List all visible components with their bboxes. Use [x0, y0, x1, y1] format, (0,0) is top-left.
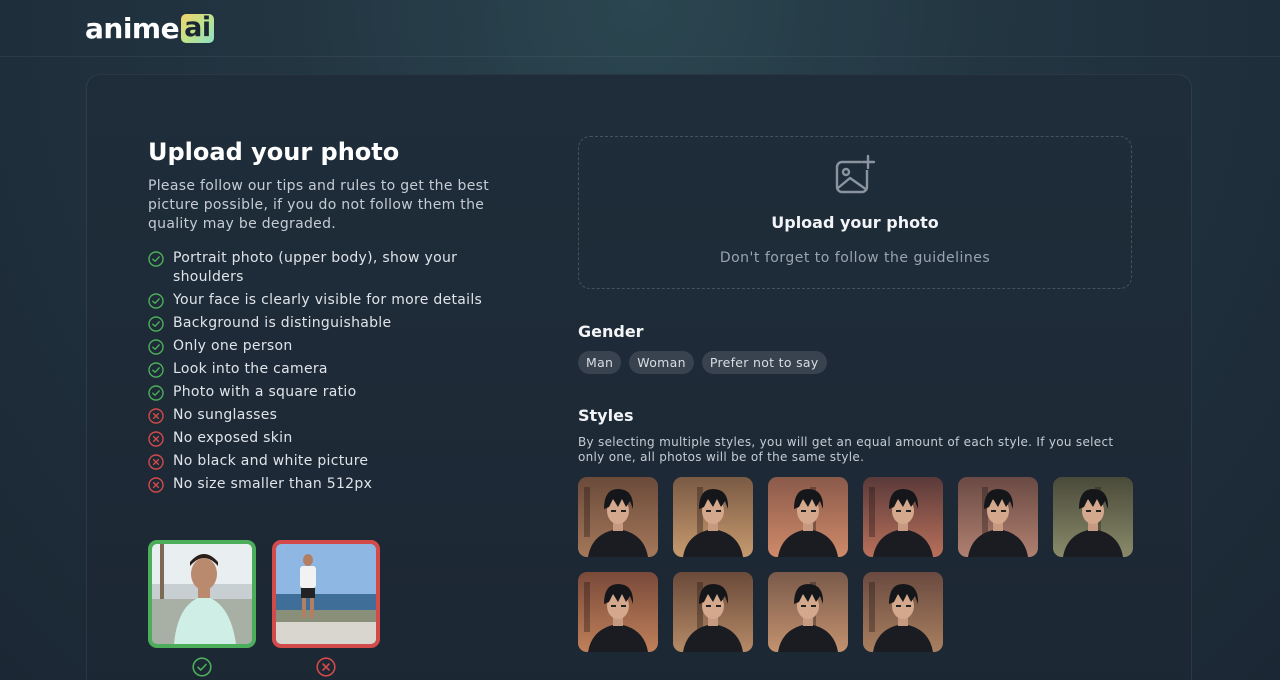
check-circle-icon: [192, 657, 212, 677]
dropzone-title: Upload your photo: [771, 213, 939, 232]
rule-text: Photo with a square ratio: [173, 384, 357, 400]
image-add-icon: [835, 154, 876, 194]
gender-option-woman[interactable]: Woman: [629, 351, 694, 374]
rule-text: Your face is clearly visible for more de…: [173, 292, 483, 308]
style-option[interactable]: [768, 477, 848, 557]
rule-item: Only one person: [148, 337, 508, 356]
style-option[interactable]: [958, 477, 1038, 557]
good-example-photo: [148, 540, 256, 648]
rule-item: No exposed skin: [148, 429, 508, 448]
logo-text: anime: [85, 11, 180, 45]
style-option[interactable]: [578, 572, 658, 652]
rule-item: Photo with a square ratio: [148, 383, 508, 402]
bad-example-photo: [272, 540, 380, 648]
rule-text: No exposed skin: [173, 430, 293, 446]
check-circle-icon: [148, 316, 164, 332]
style-option[interactable]: [768, 572, 848, 652]
rule-text: Look into the camera: [173, 361, 328, 377]
style-option[interactable]: [863, 477, 943, 557]
logo[interactable]: anime ai: [85, 11, 214, 45]
gender-title: Gender: [578, 322, 644, 341]
style-option[interactable]: [1053, 477, 1133, 557]
styles-grid: [578, 477, 1133, 652]
rule-item: Your face is clearly visible for more de…: [148, 291, 508, 310]
x-circle-icon: [148, 454, 164, 470]
style-option[interactable]: [673, 477, 753, 557]
bad-example: [272, 540, 380, 677]
upload-card: Upload your photo Please follow our tips…: [86, 74, 1192, 680]
gender-section: Gender Man Woman Prefer not to say: [578, 322, 1132, 374]
rule-item: No black and white picture: [148, 452, 508, 471]
options-panel: Upload your photo Don't forget to follow…: [578, 136, 1133, 652]
rule-item: Background is distinguishable: [148, 314, 508, 333]
rule-text: Portrait photo (upper body), show your s…: [173, 250, 458, 285]
check-circle-icon: [148, 251, 164, 267]
rule-text: No black and white picture: [173, 453, 369, 469]
check-circle-icon: [148, 339, 164, 355]
rule-text: No sunglasses: [173, 407, 278, 423]
top-bar: anime ai: [0, 0, 1280, 57]
logo-badge: ai: [181, 13, 214, 43]
check-circle-icon: [148, 385, 164, 401]
check-circle-icon: [148, 293, 164, 309]
rule-text: Only one person: [173, 338, 293, 354]
style-option[interactable]: [673, 572, 753, 652]
gender-option-prefer-not-to-say[interactable]: Prefer not to say: [701, 351, 827, 374]
x-circle-icon: [148, 477, 164, 493]
style-option[interactable]: [578, 477, 658, 557]
rule-text: No size smaller than 512px: [173, 476, 373, 492]
photo-dropzone[interactable]: Upload your photo Don't forget to follow…: [578, 136, 1132, 289]
rule-item: No sunglasses: [148, 406, 508, 425]
gender-options: Man Woman Prefer not to say: [578, 351, 1132, 374]
x-circle-icon: [148, 431, 164, 447]
rule-item: Portrait photo (upper body), show your s…: [148, 249, 508, 287]
rule-item: Look into the camera: [148, 360, 508, 379]
style-option[interactable]: [863, 572, 943, 652]
rule-item: No size smaller than 512px: [148, 475, 508, 494]
dropzone-subtitle: Don't forget to follow the guidelines: [719, 250, 991, 266]
page-title: Upload your photo: [148, 138, 400, 166]
styles-title: Styles: [578, 406, 634, 425]
check-circle-icon: [148, 362, 164, 378]
rules-list: Portrait photo (upper body), show your s…: [148, 249, 508, 494]
gender-option-man[interactable]: Man: [578, 351, 622, 374]
example-photos: [148, 540, 380, 677]
guidelines-description: Please follow our tips and rules to get …: [148, 178, 489, 232]
styles-description: By selecting multiple styles, you will g…: [578, 435, 1114, 464]
x-circle-icon: [316, 657, 336, 677]
rule-text: Background is distinguishable: [173, 315, 392, 331]
x-circle-icon: [148, 408, 164, 424]
styles-section: Styles By selecting multiple styles, you…: [578, 406, 1133, 652]
guidelines-panel: Upload your photo Please follow our tips…: [148, 137, 508, 498]
good-example: [148, 540, 256, 677]
